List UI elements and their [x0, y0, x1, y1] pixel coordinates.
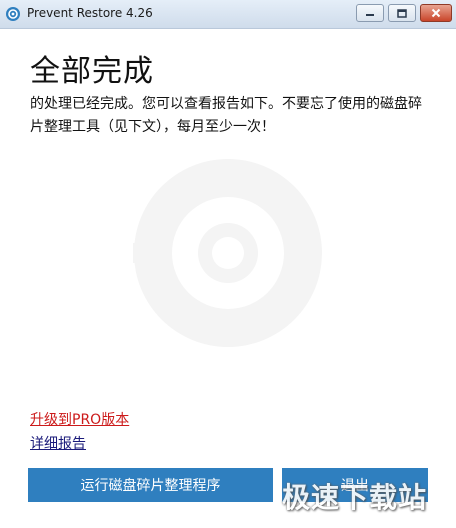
upgrade-pro-link[interactable]: 升级到PRO版本 — [30, 409, 129, 429]
maximize-button[interactable] — [388, 4, 416, 22]
completion-message: 的处理已经完成。您可以查看报告如下。不要忘了使用的磁盘碎片整理工具（见下文），每… — [30, 96, 422, 135]
app-window: Prevent Restore 4.26 全部完成 的处理已经完成。您可以查看报… — [0, 0, 456, 528]
background-logo-icon — [133, 159, 322, 347]
close-button[interactable] — [420, 4, 452, 22]
maximize-icon — [397, 8, 407, 18]
minimize-button[interactable] — [356, 4, 384, 22]
run-defrag-button[interactable]: 运行磁盘碎片整理程序 — [28, 468, 273, 502]
run-defrag-button-label: 运行磁盘碎片整理程序 — [80, 478, 221, 494]
app-logo-icon — [6, 7, 20, 21]
detailed-report-link[interactable]: 详细报告 — [30, 433, 86, 453]
site-watermark: 极速下载站 — [282, 481, 428, 514]
minimize-icon — [366, 14, 374, 16]
close-icon — [431, 8, 441, 18]
title-bar[interactable]: Prevent Restore 4.26 — [0, 0, 456, 29]
window-title: Prevent Restore 4.26 — [27, 6, 153, 20]
page-title: 全部完成 — [30, 54, 154, 89]
